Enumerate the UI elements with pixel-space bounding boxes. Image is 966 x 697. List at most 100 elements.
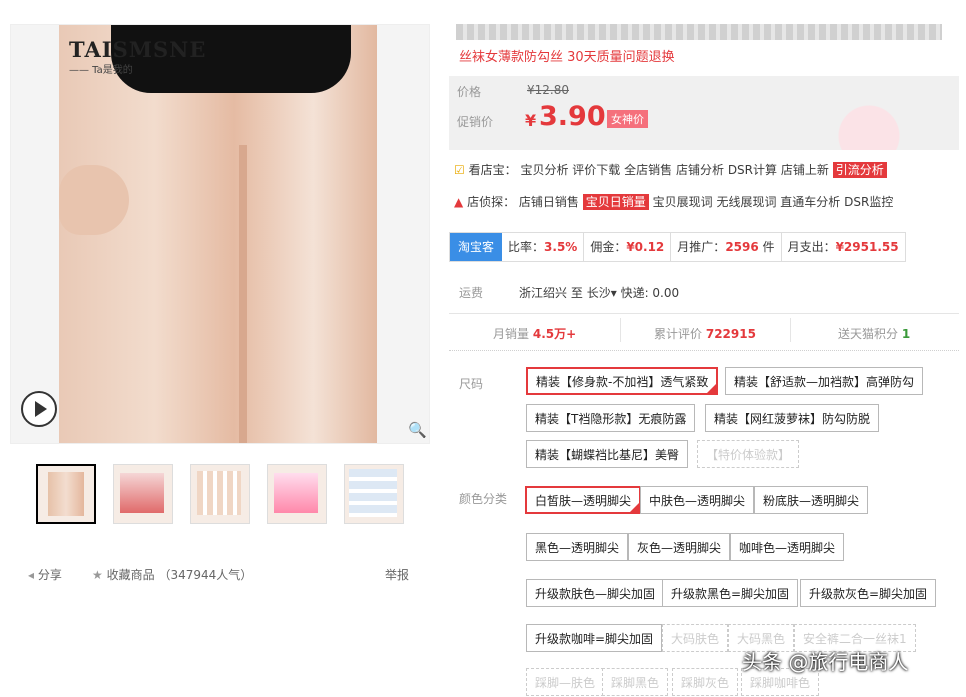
price-panel: 价格 ¥12.80 促销价 ¥ 3.90 女神价 <box>449 76 959 150</box>
currency-symbol: ¥ <box>525 111 537 130</box>
commission-label: 佣金： <box>590 240 627 254</box>
photo-leg-gap <box>239 145 247 443</box>
taobaoke-badge[interactable]: 淘宝客 <box>450 233 503 261</box>
price-label: 价格 <box>457 85 482 99</box>
promo-price: 3.90 <box>539 101 606 132</box>
detect-link-highlight[interactable]: 宝贝日销量 <box>582 194 649 210</box>
divider-bottom <box>449 350 959 351</box>
shop-link-0[interactable]: 宝贝分析 <box>520 163 568 177</box>
total-reviews[interactable]: 累计评价 722915 <box>654 325 756 342</box>
shipping-to-word: 至 <box>570 286 583 300</box>
thumbnail-1[interactable] <box>36 464 96 524</box>
favorite-label: 收藏商品 <box>106 568 155 582</box>
sales-separator-1 <box>620 318 621 342</box>
chevron-down-icon: ▾ <box>610 286 617 300</box>
color-option-3[interactable]: 黑色—透明脚尖 <box>526 533 629 561</box>
promo-label: 促销价 <box>457 115 494 129</box>
promo-count-unit: 件 <box>762 240 775 254</box>
ratio-cell: 比率：3.5% <box>502 233 585 261</box>
detect-tools-label: 店侦探： <box>467 195 516 209</box>
shipping-info: 浙江绍兴 至 长沙▾ 快递: 0.00 <box>519 284 679 301</box>
detect-link-1[interactable]: 宝贝展现词 <box>653 195 713 209</box>
watermark: 头条 @旅行电商人 <box>742 650 909 674</box>
size-label: 尺码 <box>459 377 484 391</box>
shop-link-2[interactable]: 全店销售 <box>624 163 672 177</box>
shop-link-3[interactable]: 店铺分析 <box>676 163 724 177</box>
divider-top <box>449 313 959 314</box>
shop-link-5[interactable]: 店铺上新 <box>781 163 829 177</box>
size-option-0[interactable]: 精装【修身款-不加裆】透气紧致 <box>526 367 719 395</box>
shop-tool-icon: ☑ <box>454 163 465 177</box>
share-icon: ◂ <box>28 568 35 582</box>
photo-hand <box>59 165 129 235</box>
brand-logo: TAISMSNE <box>69 37 207 62</box>
thumbnail-2[interactable] <box>113 464 173 524</box>
thumbnail-4[interactable] <box>267 464 327 524</box>
brand-tagline: —— Ta是我的 <box>69 65 133 76</box>
original-price: ¥12.80 <box>527 83 569 97</box>
size-option-1[interactable]: 精装【舒适款—加裆款】高弹防勾 <box>725 367 924 395</box>
color-option-0[interactable]: 白皙肤—透明脚尖 <box>525 486 642 514</box>
magnifier-icon[interactable]: 🔍 <box>408 421 427 439</box>
monthly-sales: 月销量 4.5万+ <box>493 325 576 342</box>
color-option-4[interactable]: 灰色—透明脚尖 <box>628 533 731 561</box>
reviews-value: 722915 <box>705 327 756 341</box>
shop-tools-row: ☑ 看店宝： 宝贝分析 评价下载 全店销售 店铺分析 DSR计算 店铺上新 引流… <box>454 161 887 178</box>
size-option-4[interactable]: 精装【蝴蝶裆比基尼】美臀 <box>526 440 689 468</box>
detect-link-2[interactable]: 无线展现词 <box>716 195 776 209</box>
detect-link-0[interactable]: 店铺日销售 <box>519 195 579 209</box>
spend-cell: 月支出：¥2951.55 <box>782 233 905 261</box>
shipping-express: 快递: 0.00 <box>620 286 680 300</box>
reviews-label: 累计评价 <box>654 327 703 341</box>
promo-cell: 月推广：2596 件 <box>671 233 782 261</box>
shop-link-1[interactable]: 评价下载 <box>572 163 620 177</box>
favorite-link[interactable]: ★ 收藏商品 （347944人气） <box>92 566 252 583</box>
ratio-label: 比率： <box>508 240 545 254</box>
monthly-sales-value: 4.5万+ <box>532 327 577 341</box>
play-icon[interactable] <box>21 391 57 427</box>
commission-value: ¥0.12 <box>626 240 665 254</box>
monthly-sales-label: 月销量 <box>493 327 530 341</box>
points-value: 1 <box>901 327 911 341</box>
report-link[interactable]: 举报 <box>385 566 409 583</box>
color-option-2[interactable]: 粉底肤—透明脚尖 <box>754 486 869 514</box>
sales-separator-2 <box>790 318 791 342</box>
detect-link-4[interactable]: DSR监控 <box>844 195 893 209</box>
shipping-to-select[interactable]: 长沙▾ <box>587 286 617 300</box>
size-option-5: 【特价体验款】 <box>697 440 800 468</box>
popularity-count: （347944人气） <box>158 568 253 582</box>
promo-count-value: 2596 <box>725 240 759 254</box>
color-option-6[interactable]: 升级款肤色—脚尖加固 <box>526 579 665 607</box>
product-title-blurred <box>456 24 942 40</box>
main-product-image[interactable]: TAISMSNE —— Ta是我的 🔍 <box>10 24 430 444</box>
thumbnail-3[interactable] <box>190 464 250 524</box>
shop-link-highlight[interactable]: 引流分析 <box>832 162 887 178</box>
shop-tools-label: 看店宝： <box>468 163 517 177</box>
color-option-10: 大码肤色 <box>662 624 729 652</box>
shop-link-4[interactable]: DSR计算 <box>728 163 777 177</box>
ratio-value: 3.5% <box>544 240 578 254</box>
star-icon: ★ <box>92 568 103 582</box>
color-option-7[interactable]: 升级款黑色=脚尖加固 <box>662 579 799 607</box>
shipping-label: 运费 <box>459 286 484 300</box>
points-label: 送天猫积分 <box>838 327 899 341</box>
size-option-2[interactable]: 精装【T裆隐形款】无痕防露 <box>526 404 696 432</box>
product-subtitle: 丝袜女薄款防勾丝 30天质量问题退换 <box>459 50 675 65</box>
color-label: 颜色分类 <box>459 492 508 506</box>
shipping-from: 浙江绍兴 <box>519 286 568 300</box>
share-label: 分享 <box>37 568 62 582</box>
promo-tag: 女神价 <box>607 110 648 128</box>
color-option-5[interactable]: 咖啡色—透明脚尖 <box>730 533 845 561</box>
share-link[interactable]: ◂ 分享 <box>28 566 62 583</box>
commission-cell: 佣金：¥0.12 <box>584 233 672 261</box>
detect-tools-row: ▲ 店侦探： 店铺日销售 宝贝日销量 宝贝展现词 无线展现词 直通车分析 DSR… <box>454 193 893 210</box>
spend-value: ¥2951.55 <box>835 240 899 254</box>
detect-tool-icon: ▲ <box>454 195 464 209</box>
detect-link-3[interactable]: 直通车分析 <box>780 195 840 209</box>
color-option-1[interactable]: 中肤色—透明脚尖 <box>640 486 755 514</box>
thumbnail-5[interactable] <box>344 464 404 524</box>
color-option-9[interactable]: 升级款咖啡=脚尖加固 <box>526 624 663 652</box>
promo-count-label: 月推广： <box>677 240 726 254</box>
color-option-8[interactable]: 升级款灰色=脚尖加固 <box>800 579 937 607</box>
size-option-3[interactable]: 精装【网红菠萝袜】防勾防脱 <box>705 404 880 432</box>
